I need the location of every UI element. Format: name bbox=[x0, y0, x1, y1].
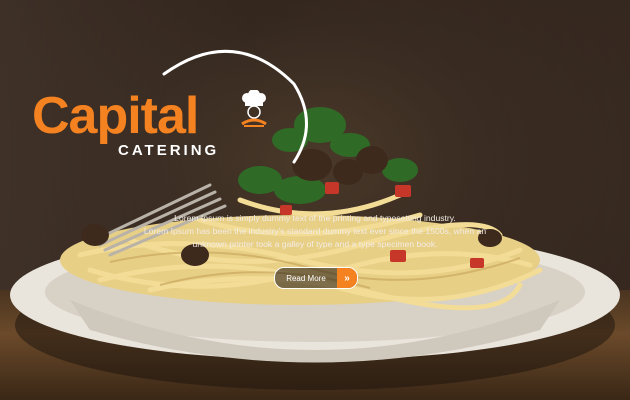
hero-description: Lorem Ipsum is simply dummy text of the … bbox=[140, 212, 490, 251]
read-more-label: Read More bbox=[286, 273, 326, 283]
hero-description-line-3: unknown printer took a galley of type an… bbox=[192, 239, 438, 249]
brand-subtitle: CATERING bbox=[118, 142, 220, 159]
read-more-button[interactable]: Read More » bbox=[274, 267, 358, 289]
chef-hat-icon bbox=[241, 90, 267, 127]
hero-banner: Capital CATERING Lorem Ipsum is simply d… bbox=[0, 0, 630, 400]
brand-logo[interactable]: Capital CATERING bbox=[32, 38, 308, 168]
double-chevron-right-icon: » bbox=[337, 268, 357, 288]
hero-description-line-2: Lorem Ipsum has been the industry's stan… bbox=[143, 226, 487, 236]
brand-name: Capital bbox=[32, 87, 199, 145]
hero-description-line-1: Lorem Ipsum is simply dummy text of the … bbox=[174, 213, 456, 223]
